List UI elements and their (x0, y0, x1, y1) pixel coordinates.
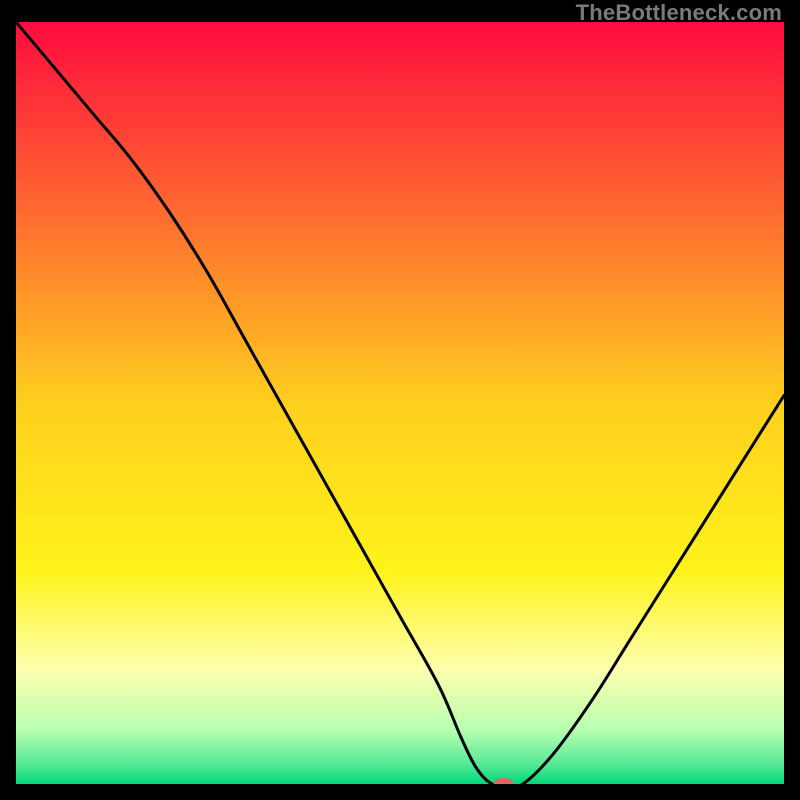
bottleneck-chart (16, 22, 784, 784)
chart-frame: TheBottleneck.com (0, 0, 800, 800)
gradient-background (16, 22, 784, 784)
